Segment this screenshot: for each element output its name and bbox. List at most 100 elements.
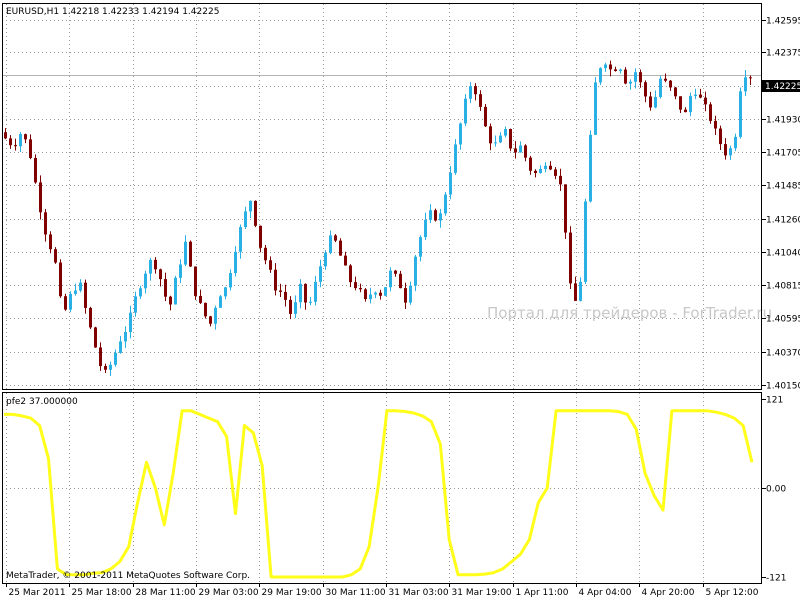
candle-body xyxy=(614,69,617,72)
candle-body xyxy=(354,282,357,289)
price-tick-label: 1.40815 xyxy=(766,282,800,292)
candle-body xyxy=(204,302,207,317)
candle-body xyxy=(524,145,527,158)
candle-body xyxy=(534,170,537,174)
price-tick-label: 1.41260 xyxy=(766,216,800,226)
candle-body xyxy=(324,252,327,267)
price-tick-label: 1.40370 xyxy=(766,349,800,359)
candle-body xyxy=(104,366,107,370)
candle-body xyxy=(739,91,742,137)
candle-body xyxy=(199,295,202,303)
candle-body xyxy=(609,64,612,70)
candle-body xyxy=(54,249,57,263)
candle-body xyxy=(69,293,72,310)
candle-body xyxy=(694,94,697,96)
candle-body xyxy=(259,225,262,248)
candle-body xyxy=(174,277,177,305)
candle-body xyxy=(539,168,542,174)
candle-body xyxy=(334,235,337,241)
candle-body xyxy=(289,299,292,314)
candle-body xyxy=(4,132,7,139)
candle-body xyxy=(659,78,662,97)
candle-body xyxy=(629,81,632,84)
candle-body xyxy=(699,94,702,98)
candle-body xyxy=(404,288,407,303)
candle-body xyxy=(329,235,332,253)
candle-body xyxy=(189,241,192,267)
indicator-tick-label: -121 xyxy=(766,574,786,584)
candle-body xyxy=(164,279,167,297)
candle-body xyxy=(459,123,462,145)
candle-body xyxy=(604,64,607,69)
candle-body xyxy=(564,184,567,233)
candle-body xyxy=(274,269,277,291)
candle-body xyxy=(709,104,712,121)
time-tick-label: 1 Apr 11:00 xyxy=(516,588,569,598)
price-tick-label: 1.40595 xyxy=(766,315,800,325)
candle-body xyxy=(344,255,347,266)
candle-body xyxy=(244,211,247,228)
candle-body xyxy=(269,260,272,270)
candle-body xyxy=(74,290,77,294)
candle-body xyxy=(439,213,442,221)
price-tick-label: 1.41705 xyxy=(766,149,800,159)
candle-body xyxy=(624,69,627,84)
time-tick-label: 28 Mar 11:00 xyxy=(136,588,196,598)
candle-body xyxy=(559,175,562,185)
candle-body xyxy=(374,292,377,295)
candle-body xyxy=(44,212,47,235)
candle-body xyxy=(84,282,87,308)
candle-body xyxy=(34,158,37,183)
candle-body xyxy=(219,296,222,308)
candle-body xyxy=(79,282,82,291)
candle-body xyxy=(179,264,182,278)
candle-body xyxy=(679,96,682,110)
candle-body xyxy=(339,240,342,256)
time-tick-label: 25 Mar 18:00 xyxy=(72,588,132,598)
price-tick-label: 1.41930 xyxy=(766,116,800,126)
candle-body xyxy=(239,227,242,252)
candle-body xyxy=(194,266,197,296)
candle-body xyxy=(314,281,317,302)
candle-body xyxy=(514,148,517,153)
candle-body xyxy=(529,157,532,171)
candle-body xyxy=(119,341,122,353)
indicator-tick-label: 121 xyxy=(766,396,783,406)
candle-body xyxy=(284,291,287,300)
candle-body xyxy=(649,96,652,108)
candle-body xyxy=(729,148,732,156)
candle-body xyxy=(154,259,157,270)
candle-body xyxy=(59,262,62,297)
candle-body xyxy=(29,139,32,159)
candle-body xyxy=(569,232,572,284)
candle-body xyxy=(424,219,427,238)
candle-body xyxy=(389,270,392,288)
candle-body xyxy=(214,307,217,324)
candle-body xyxy=(644,82,647,97)
candle-body xyxy=(379,292,382,296)
candle-body xyxy=(454,144,457,173)
candle-body xyxy=(489,126,492,144)
candle-body xyxy=(684,109,687,113)
candle-body xyxy=(594,82,597,135)
candle-body xyxy=(689,95,692,113)
candle-body xyxy=(554,169,557,176)
chart-canvas: Портал для трейдеров - ForTrader.ru EURU… xyxy=(0,0,800,600)
candle-body xyxy=(234,251,237,274)
candle-body xyxy=(599,68,602,83)
price-tick-label: 1.42375 xyxy=(766,49,800,59)
candle-body xyxy=(444,194,447,214)
candle-body xyxy=(409,285,412,303)
time-tick-label: 4 Apr 04:00 xyxy=(579,588,632,598)
candle-body xyxy=(414,256,417,286)
candle-body xyxy=(634,72,637,82)
candle-body xyxy=(229,273,232,288)
candle-body xyxy=(724,144,727,156)
price-tick-label: 1.40150 xyxy=(766,382,800,392)
candle-body xyxy=(24,134,27,140)
candle-body xyxy=(319,266,322,282)
candle-body xyxy=(369,294,372,300)
candle-body xyxy=(49,234,52,250)
candle-body xyxy=(519,145,522,153)
candle-body xyxy=(94,327,97,348)
